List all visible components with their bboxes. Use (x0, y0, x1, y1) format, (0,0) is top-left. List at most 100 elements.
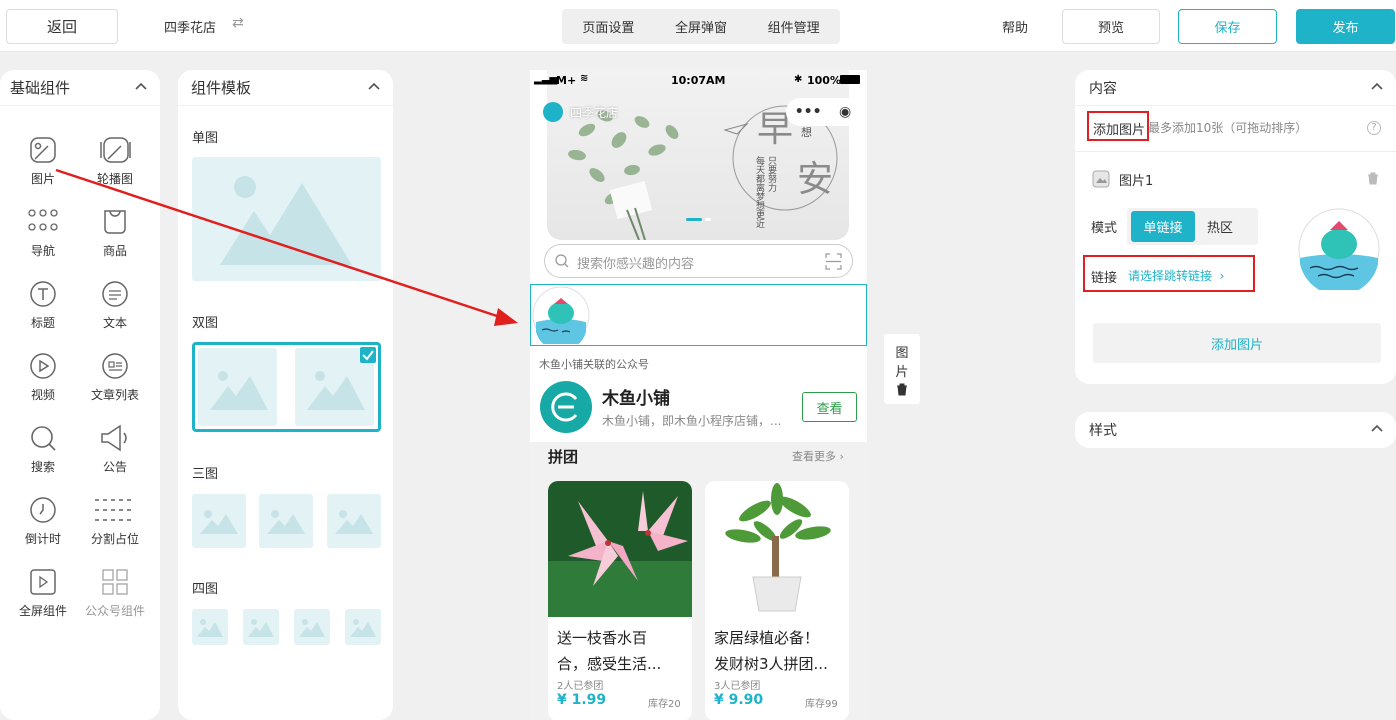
carousel-indicator (686, 218, 702, 221)
preview-button[interactable]: 预览 (1062, 9, 1160, 44)
checkbox-checked-icon (360, 347, 376, 363)
component-side-tool: 图 片 (884, 334, 920, 404)
panel-header[interactable]: 样式 (1075, 412, 1396, 448)
component-video[interactable]: 视频 (7, 351, 79, 403)
template-triple-label: 三图 (192, 467, 219, 482)
chevron-up-icon[interactable] (1370, 80, 1384, 94)
official-caption: 木鱼小铺关联的公众号 (539, 358, 649, 371)
component-countdown[interactable]: 倒计时 (7, 495, 79, 547)
search-icon (555, 254, 569, 268)
scan-icon[interactable] (825, 253, 842, 270)
link-select[interactable]: 请选择跳转链接 › (1128, 267, 1224, 284)
phone-preview: 早 安 想 只要努力 每天都离梦想更近 ▂▃▅ M+ ≋ 10:07AM ✱ 1… (530, 70, 867, 720)
template-quad-cell[interactable] (294, 609, 330, 645)
component-fullscreen[interactable]: 全屏组件 (7, 567, 79, 619)
template-quad-cell[interactable] (345, 609, 381, 645)
view-button[interactable]: 查看 (802, 392, 857, 422)
publish-button[interactable]: 发布 (1296, 9, 1395, 44)
carousel-indicator (705, 218, 711, 221)
component-title[interactable]: 标题 (7, 279, 79, 331)
tab-fullscreen-popup[interactable]: 全屏弹窗 (675, 17, 727, 36)
fish-logo-icon (551, 392, 578, 422)
banner-small-char: 想 (801, 126, 812, 139)
component-label: 全屏组件 (18, 604, 67, 618)
see-more-label: 查看更多 (792, 450, 836, 463)
goods-card[interactable]: 家居绿植必备！ 发财树3人拼团... 3人已参团 ¥ 9.90 库存99 (705, 481, 849, 720)
trash-icon[interactable] (1367, 172, 1379, 185)
official-name: 木鱼小铺 (602, 389, 670, 409)
play-icon (30, 353, 56, 379)
goods-title: 送一枝香水百 (557, 629, 648, 647)
template-quad-cell[interactable] (192, 609, 228, 645)
component-goods[interactable]: 商品 (79, 207, 151, 259)
component-article-list[interactable]: 文章列表 (79, 351, 151, 403)
panel-title: 内容 (1089, 80, 1117, 97)
search-bar[interactable]: 搜索你感兴趣的内容 (544, 244, 853, 278)
mountain-image-icon (197, 619, 223, 637)
goods-card[interactable]: 送一枝香水百 合，感受生活... 2人已参团 ¥ 1.99 库存20 (548, 481, 692, 720)
back-button[interactable]: 返回 (6, 9, 118, 44)
goods-joined: 2人已参团 (557, 681, 604, 692)
component-divider[interactable]: 分割占位 (79, 495, 151, 547)
panel-title: 组件模板 (191, 79, 252, 97)
mountain-image-icon (210, 371, 268, 410)
component-notice[interactable]: 公告 (79, 423, 151, 475)
goods-title: 家居绿植必备！ (714, 629, 820, 647)
close-circle-icon[interactable]: ◉ (839, 104, 851, 120)
template-double[interactable] (192, 342, 381, 432)
trash-icon[interactable] (896, 383, 908, 396)
goods-title: 发财树3人拼团... (714, 655, 828, 673)
mountain-image-icon (267, 510, 305, 534)
mountain-image-icon (220, 176, 352, 265)
component-label: 文本 (102, 316, 127, 330)
chevron-up-icon[interactable] (367, 80, 381, 94)
swap-icon[interactable]: ⇄ (232, 15, 244, 31)
group-buy-section: 拼团 查看更多 › 送一枝香水百 合，感受生活... 2人已参团 ¥ 1.99 … (530, 442, 867, 720)
template-quad-cell[interactable] (243, 609, 279, 645)
component-search[interactable]: 搜索 (7, 423, 79, 475)
grid-dots-icon (28, 209, 58, 231)
component-text[interactable]: 文本 (79, 279, 151, 331)
see-more-link[interactable]: 查看更多 › (792, 448, 844, 464)
battery-icon (840, 75, 860, 84)
divider-icon (95, 499, 135, 521)
goods-stock: 库存20 (648, 699, 681, 710)
more-dots-icon[interactable]: ••• (795, 104, 822, 120)
component-label: 文章列表 (90, 388, 139, 402)
mode-hotzone-button[interactable]: 热区 (1207, 217, 1233, 236)
add-image-button[interactable]: 添加图片 (1093, 323, 1381, 363)
panel-header: 基础组件 (0, 70, 160, 106)
template-single[interactable] (192, 157, 381, 281)
side-tool-label: 片 (895, 365, 909, 380)
mountain-image-icon (335, 510, 373, 534)
component-carousel[interactable]: 轮播图 (79, 135, 151, 187)
save-button[interactable]: 保存 (1178, 9, 1277, 44)
chevron-up-icon[interactable] (134, 80, 148, 94)
help-circle-icon[interactable]: ? (1367, 121, 1381, 135)
fullscreen-icon (30, 569, 56, 595)
component-nav[interactable]: 导航 (7, 207, 79, 259)
mode-single-link-button[interactable]: 单链接 (1131, 211, 1195, 242)
battery-text: 100% (807, 74, 841, 87)
tab-page-settings[interactable]: 页面设置 (582, 17, 634, 36)
official-account-icon (102, 569, 128, 595)
chevron-up-icon[interactable] (1370, 422, 1384, 436)
component-image[interactable]: 图片 (7, 135, 79, 187)
megaphone-icon (101, 424, 127, 452)
component-label: 搜索 (30, 460, 55, 474)
capsule-menu[interactable]: ••• ◉ (786, 98, 860, 126)
lily-photo (548, 481, 692, 617)
mountain-image-icon (200, 510, 238, 534)
goods-price: ¥ 1.99 (557, 692, 607, 708)
component-label: 标题 (30, 316, 55, 330)
banner-image[interactable]: 早 安 想 只要努力 每天都离梦想更近 (547, 70, 849, 240)
template-triple-cell[interactable] (192, 494, 246, 548)
tab-component-manage[interactable]: 组件管理 (768, 17, 820, 36)
mode-label: 模式 (1091, 221, 1118, 236)
template-triple-cell[interactable] (259, 494, 313, 548)
fish-logo-thumbnail[interactable] (1298, 208, 1380, 290)
image-component-selected[interactable] (530, 284, 867, 346)
template-triple-cell[interactable] (327, 494, 381, 548)
component-official-account[interactable]: 公众号组件 (79, 567, 151, 619)
help-link[interactable]: 帮助 (1002, 17, 1028, 36)
